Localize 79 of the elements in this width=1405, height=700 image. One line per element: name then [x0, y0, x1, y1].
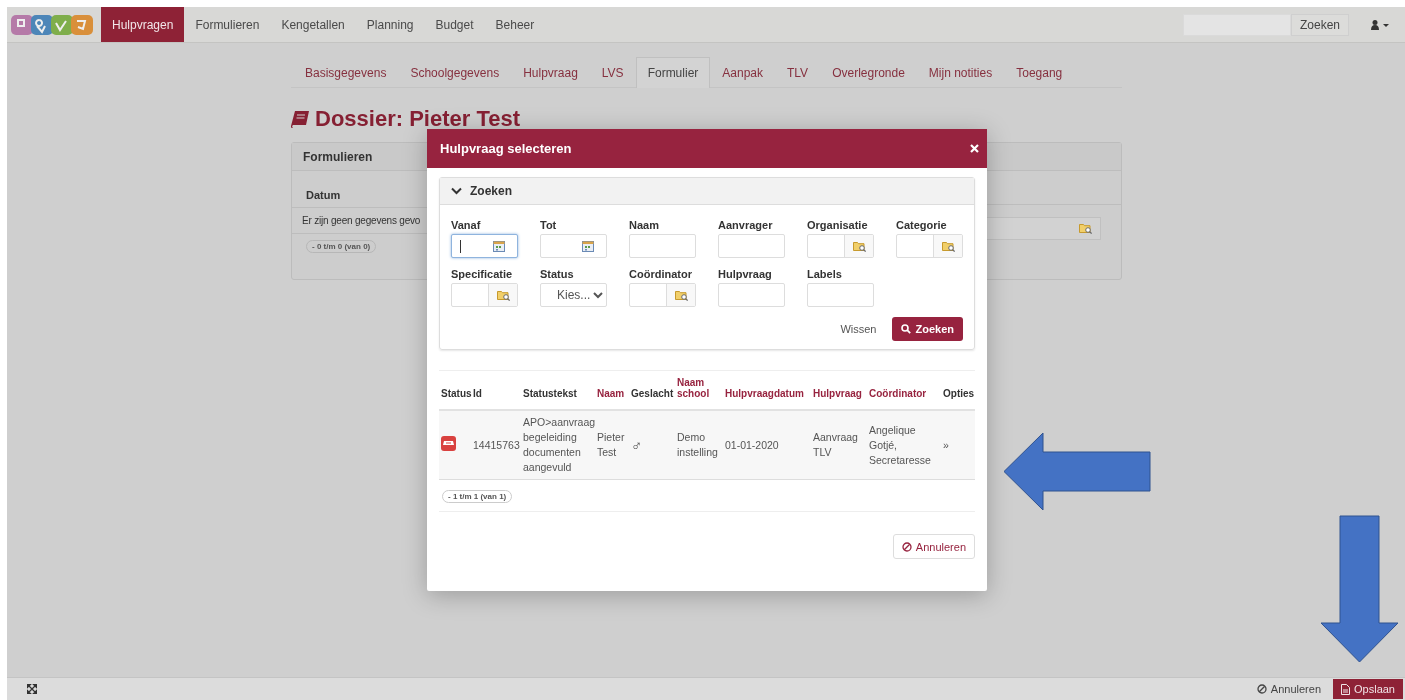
column-header: Datum: [306, 189, 341, 201]
nav-item[interactable]: Formulieren: [184, 7, 271, 42]
field-label: Tot: [540, 219, 558, 231]
page-title: Dossier: Pieter Test: [315, 106, 520, 132]
tab[interactable]: Mijn notities: [916, 57, 1005, 88]
field-label: Labels: [807, 268, 843, 280]
ban-icon: [1256, 684, 1267, 694]
field-label: Coördinator: [629, 268, 693, 280]
field-label: Status: [540, 268, 575, 280]
table-cell: ♂: [629, 410, 675, 480]
pager-badge: - 0 t/m 0 (van 0): [306, 240, 377, 253]
close-icon[interactable]: [970, 144, 979, 153]
cancel-button[interactable]: Annuleren: [892, 534, 975, 559]
search-button[interactable]: Zoeken: [1290, 13, 1349, 36]
tab[interactable]: TLV: [775, 57, 821, 88]
tab[interactable]: Aanpak: [710, 57, 775, 88]
field-label: Organisatie: [807, 219, 869, 231]
nav-item[interactable]: Budget: [424, 7, 485, 42]
date-field[interactable]: [451, 234, 518, 258]
tab[interactable]: Overlegronde: [820, 57, 917, 88]
dialog-title: Hulpvraag selecteren: [440, 141, 573, 156]
field-label: Aanvrager: [718, 219, 774, 231]
tab[interactable]: Toegang: [1004, 57, 1075, 88]
field-label: Naam: [629, 219, 660, 231]
table-cell: Demo instelling: [675, 410, 723, 480]
nav-item[interactable]: Kengetallen: [270, 7, 356, 42]
text-field[interactable]: [718, 234, 785, 258]
tab[interactable]: Formulier: [635, 57, 711, 88]
folder-search-icon: [941, 240, 955, 252]
nav-item[interactable]: Hulpvragen: [101, 7, 185, 42]
tab[interactable]: Schoolgegevens: [398, 57, 512, 88]
field-label: Specificatie: [451, 268, 514, 280]
table-cell: 14415763: [471, 410, 521, 480]
search-icon: [901, 324, 912, 334]
ban-icon: [901, 541, 912, 552]
nav-item[interactable]: Beheer: [484, 7, 546, 42]
search-button[interactable]: Zoeken: [892, 317, 963, 341]
lookup-field[interactable]: [451, 283, 518, 307]
user-icon[interactable]: [1371, 19, 1389, 30]
chevron-icon: [451, 187, 462, 195]
table-cell: Pieter Test: [595, 410, 629, 480]
folder-search-icon: [496, 289, 510, 301]
calendar-icon[interactable]: [493, 240, 505, 252]
lookup-field[interactable]: [629, 283, 696, 307]
lookup-field[interactable]: [896, 234, 963, 258]
tab[interactable]: LVS: [589, 57, 636, 88]
table-cell: APO>aanvraag begeleiding documenten aangevuld: [521, 410, 595, 480]
folder-search-icon: [852, 240, 866, 252]
field-label: Hulpvraag: [718, 268, 773, 280]
expand-icon[interactable]: [27, 684, 37, 694]
empty-message: Er zijn geen gegevens gevo: [302, 215, 421, 226]
field-label: Vanaf: [451, 219, 482, 231]
search-panel-header[interactable]: Zoeken: [440, 178, 974, 205]
text-field[interactable]: [718, 283, 785, 307]
options-link[interactable]: »: [941, 410, 975, 480]
text-field[interactable]: [807, 283, 874, 307]
table-cell: Aanvraag TLV: [811, 410, 867, 480]
folder-search-icon: [1079, 223, 1092, 234]
cancel-link[interactable]: Annuleren: [1250, 683, 1327, 695]
table-cell: 01-01-2020: [723, 410, 811, 480]
nav-item[interactable]: Planning: [355, 7, 425, 42]
table-cell: Angelique Gotjé, Secretaresse: [867, 410, 941, 480]
field-label: Categorie: [896, 219, 948, 231]
document-icon: [1341, 683, 1350, 695]
lookup-field[interactable]: [807, 234, 874, 258]
folder-search-icon: [674, 289, 688, 301]
save-button[interactable]: Opslaan: [1333, 679, 1403, 699]
arrow-icon: [1320, 515, 1399, 663]
calendar-icon[interactable]: [582, 240, 594, 252]
clear-link[interactable]: Wissen: [834, 322, 883, 336]
text-field[interactable]: [629, 234, 696, 258]
logo-drawing[interactable]: [11, 14, 95, 36]
panel-title: Formulieren: [303, 149, 373, 164]
book-icon: [291, 110, 309, 128]
arrow-icon: [1003, 432, 1151, 511]
tab[interactable]: Basisgegevens: [293, 57, 399, 88]
tab[interactable]: Hulpvraag: [511, 57, 590, 88]
status-select[interactable]: Kies...: [540, 283, 607, 307]
date-field[interactable]: [540, 234, 607, 258]
